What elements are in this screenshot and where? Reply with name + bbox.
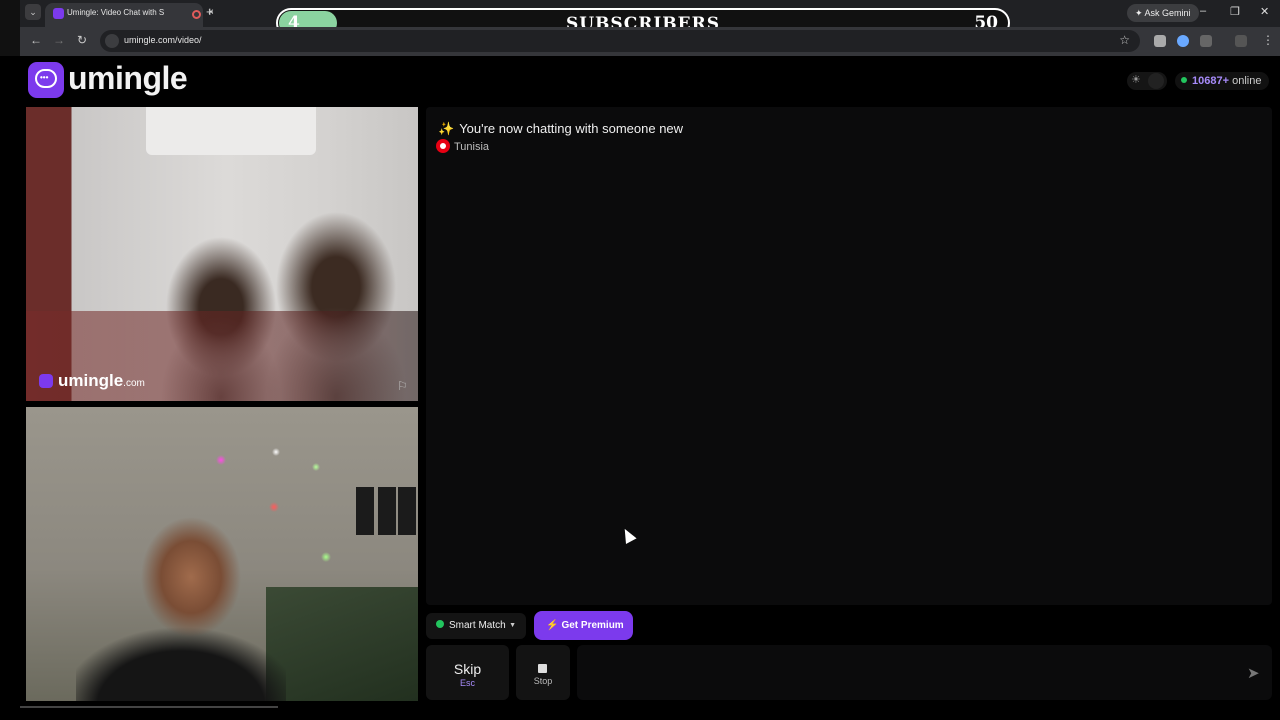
active-tab[interactable]: Umingle: Video Chat with S × [45, 3, 214, 27]
system-message-text: You're now chatting with someone new [459, 121, 684, 136]
sun-icon: ☀ [1131, 74, 1141, 86]
online-label: online [1232, 75, 1262, 87]
extension-icon[interactable] [1177, 35, 1189, 47]
close-window-icon[interactable]: ✕ [1260, 5, 1269, 18]
partner-country: Tunisia [436, 139, 489, 153]
self-video [26, 407, 418, 701]
tab-title: Umingle: Video Chat with S [67, 8, 165, 17]
skip-shortcut: Esc [459, 678, 475, 688]
watermark-text: umingle [58, 371, 124, 390]
back-icon[interactable]: ← [30, 33, 42, 47]
video-scene-ac [146, 107, 316, 155]
stop-label: Stop [533, 676, 553, 686]
profile-icon[interactable] [1235, 35, 1247, 47]
reload-icon[interactable]: ↻ [77, 33, 87, 47]
ask-gemini-label: Ask Gemini [1144, 8, 1191, 18]
forward-icon[interactable]: → [53, 33, 65, 47]
smart-match-dropdown[interactable]: Smart Match ▼ [426, 613, 526, 639]
online-count: 10687+ [1192, 75, 1230, 87]
browser-toolbar: ← → ↻ umingle.com/video/ ☆ ⋮ [20, 27, 1280, 56]
window-edge [0, 0, 20, 56]
theme-toggle[interactable]: ☀ [1127, 72, 1167, 90]
minimize-icon[interactable]: – [1200, 5, 1206, 17]
system-message: ✨ You're now chatting with someone new [438, 121, 683, 137]
get-premium-button[interactable]: ⚡ Get Premium [534, 611, 633, 640]
skip-button[interactable]: Skip Esc [426, 645, 509, 700]
watermark-domain: .com [123, 378, 145, 389]
scroll-indicator [20, 706, 278, 708]
recording-indicator-icon [192, 10, 201, 19]
send-icon[interactable]: ➤ [1247, 664, 1260, 682]
restore-icon[interactable]: ❐ [1230, 5, 1240, 18]
message-input[interactable] [577, 645, 1272, 700]
toggle-knob [1148, 73, 1164, 89]
site-logo-text[interactable]: umingle [68, 60, 188, 97]
bookmark-star-icon[interactable]: ☆ [1119, 33, 1130, 47]
flag-icon[interactable]: ⚐ [397, 379, 408, 393]
tab-favicon-icon [53, 8, 64, 19]
online-status: 10687+ online [1175, 72, 1270, 90]
online-dot-icon [1181, 77, 1187, 83]
menu-kebab-icon[interactable]: ⋮ [1262, 33, 1274, 47]
extensions-puzzle-icon[interactable] [1200, 35, 1212, 47]
gemini-icon: ✦ [1135, 8, 1145, 18]
extension-shield-icon[interactable] [1154, 35, 1166, 47]
sparkles-icon: ✨ [438, 121, 455, 136]
skip-label: Skip [453, 661, 482, 677]
video-scene-poster [378, 487, 396, 535]
chat-dots: ••• [40, 73, 49, 82]
stranger-video: umingle.com ⚐ [26, 107, 418, 401]
watermark-logo-icon [39, 374, 53, 388]
tunisia-flag-icon [436, 139, 450, 153]
stop-button[interactable]: Stop [516, 645, 570, 700]
ask-gemini-button[interactable]: ✦ Ask Gemini [1127, 4, 1199, 22]
premium-label: Get Premium [561, 620, 624, 631]
lightning-icon: ⚡ [546, 620, 559, 631]
smart-match-label: Smart Match [449, 620, 506, 631]
umingle-logo-icon[interactable]: ••• [28, 62, 64, 98]
video-scene-bed [266, 587, 418, 701]
url-text[interactable]: umingle.com/video/ [124, 35, 202, 45]
stop-icon [538, 664, 547, 673]
smart-match-dot-icon [436, 620, 444, 628]
country-name: Tunisia [454, 141, 490, 153]
video-scene-person [76, 507, 286, 701]
video-scene-poster [398, 487, 416, 535]
address-bar[interactable]: umingle.com/video/ ☆ [100, 30, 1140, 52]
tab-search-icon[interactable]: ⌄ [25, 4, 41, 20]
new-tab-button[interactable]: + [206, 4, 214, 19]
site-info-icon[interactable] [105, 34, 119, 48]
video-scene-poster [356, 487, 374, 535]
video-watermark: umingle.com [58, 371, 145, 391]
chat-panel: ✨ You're now chatting with someone new Tu… [426, 107, 1272, 605]
chevron-down-icon: ▼ [509, 622, 516, 629]
